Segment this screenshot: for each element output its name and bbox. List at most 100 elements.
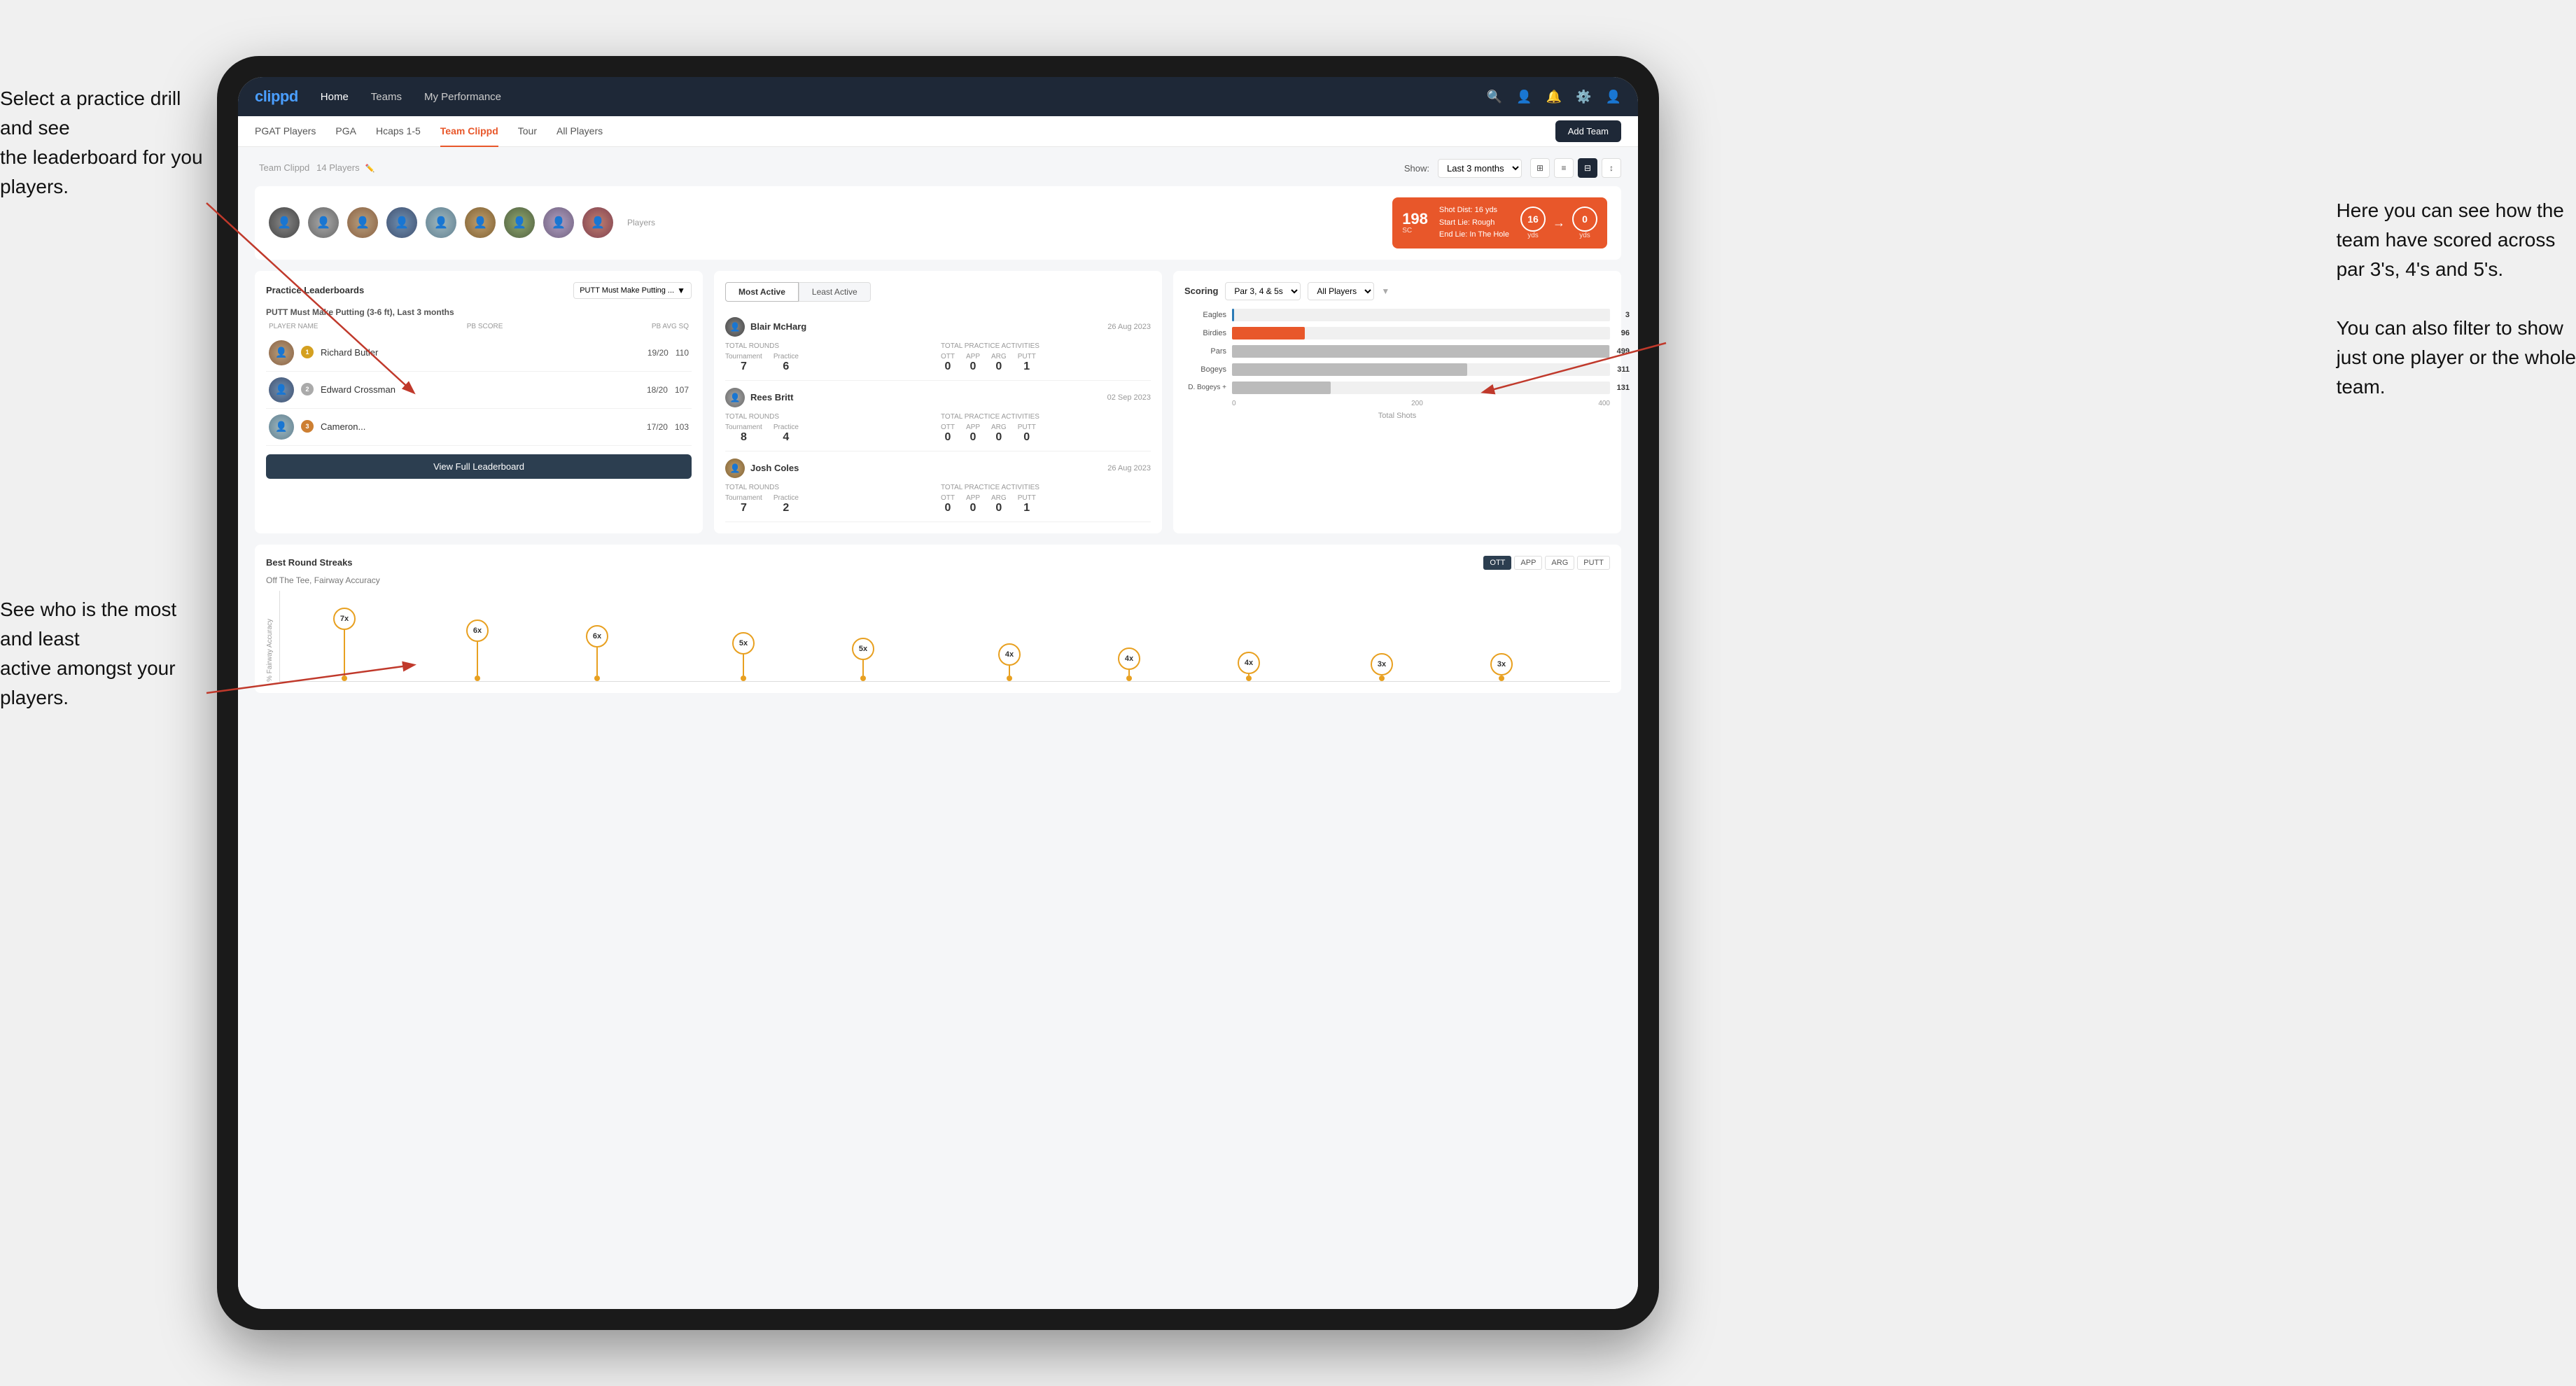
scoring-filter-par[interactable]: Par 3, 4 & 5s: [1225, 282, 1301, 300]
bar-fill-birdies: [1232, 327, 1305, 340]
subnav-tour[interactable]: Tour: [518, 116, 537, 147]
streak-bubble-0: 7x: [333, 608, 356, 630]
ap-name-2: 👤 Rees Britt: [725, 388, 793, 407]
tab-most-active[interactable]: Most Active: [725, 282, 799, 302]
lb-badge-1: 1: [301, 346, 314, 358]
settings-icon[interactable]: ⚙️: [1576, 90, 1591, 104]
streak-pin-3: 5x: [732, 632, 755, 681]
show-select[interactable]: Last 3 months: [1438, 159, 1522, 178]
edit-icon[interactable]: ✏️: [365, 164, 374, 173]
total-shots-label: Total Shots: [1184, 412, 1610, 420]
player-avatar-7[interactable]: 👤: [504, 207, 535, 238]
subnav-all-players[interactable]: All Players: [556, 116, 603, 147]
lb-player-row-2[interactable]: 👤 2 Edward Crossman 18/20 107: [266, 372, 692, 409]
lb-player-row-1[interactable]: 👤 1 Richard Butler 19/20 110: [266, 335, 692, 372]
search-icon[interactable]: 🔍: [1487, 90, 1502, 104]
bar-eagles: Eagles 3: [1184, 309, 1610, 321]
view-list-icon[interactable]: ≡: [1554, 158, 1574, 178]
add-team-button[interactable]: Add Team: [1555, 120, 1621, 142]
bell-icon[interactable]: 🔔: [1546, 90, 1562, 104]
subnav-pgat[interactable]: PGAT Players: [255, 116, 316, 147]
ap-stats-3: Total Rounds Tournament 7 Practice 2: [725, 484, 1151, 514]
streaks-btn-putt[interactable]: PUTT: [1577, 556, 1610, 570]
show-label: Show:: [1404, 163, 1429, 174]
shot-yds-right-label: yds: [1572, 232, 1597, 239]
player-avatar-4[interactable]: 👤: [386, 207, 417, 238]
shot-unit: SC: [1402, 227, 1428, 234]
lb-dropdown[interactable]: PUTT Must Make Putting ... ▼: [573, 282, 692, 299]
subnav-hcaps[interactable]: Hcaps 1-5: [376, 116, 421, 147]
shot-yds-left-label: yds: [1520, 232, 1546, 239]
lb-player-row-3[interactable]: 👤 3 Cameron... 17/20 103: [266, 409, 692, 446]
streak-pin-1: 6x: [466, 620, 489, 681]
nav-home[interactable]: Home: [321, 91, 349, 103]
player-avatar-6[interactable]: 👤: [465, 207, 496, 238]
content-grid: Practice Leaderboards PUTT Must Make Put…: [255, 271, 1621, 533]
nav-right-icons: 🔍 👤 🔔 ⚙️ 👤: [1487, 90, 1621, 104]
lb-columns: PLAYER NAME PB SCORE PB AVG SQ: [266, 323, 692, 330]
people-icon[interactable]: 👤: [1516, 90, 1532, 104]
nav-performance[interactable]: My Performance: [424, 91, 501, 103]
scoring-filter-players[interactable]: All Players: [1308, 282, 1374, 300]
streak-dot-7: [1246, 676, 1252, 681]
ap-tournament-val-3: 7: [725, 502, 762, 514]
streaks-btn-ott[interactable]: OTT: [1483, 556, 1511, 570]
lb-desc: PUTT Must Make Putting (3-6 ft), Last 3 …: [266, 307, 692, 317]
team-header: Team Clippd 14 Players ✏️ Show: Last 3 m…: [255, 158, 1621, 178]
view-grid-icon[interactable]: ⊞: [1530, 158, 1550, 178]
streak-pin-2: 6x: [586, 625, 608, 681]
streak-dot-4: [860, 676, 866, 681]
ap-header-2: 👤 Rees Britt 02 Sep 2023: [725, 388, 1151, 407]
players-row: 👤 👤 👤 👤 👤 👤 👤 👤 👤 Players 198 SC: [255, 186, 1621, 260]
streak-line-5: [1009, 666, 1010, 676]
view-full-leaderboard-button[interactable]: View Full Leaderboard: [266, 454, 692, 479]
lb-avg-2: 107: [675, 385, 689, 395]
show-filter: Show: Last 3 months ⊞ ≡ ⊟ ↕: [1404, 158, 1621, 178]
player-avatar-9[interactable]: 👤: [582, 207, 613, 238]
streaks-y-label: % Fairway Accuracy: [266, 591, 274, 682]
leaderboard-panel: Practice Leaderboards PUTT Must Make Put…: [255, 271, 703, 533]
ap-avatar-2: 👤: [725, 388, 745, 407]
subnav-pga[interactable]: PGA: [335, 116, 356, 147]
player-avatar-8[interactable]: 👤: [543, 207, 574, 238]
streak-pin-8: 3x: [1371, 653, 1393, 681]
team-title-area: Team Clippd 14 Players ✏️: [255, 162, 374, 174]
streak-dot-6: [1126, 676, 1132, 681]
bar-fill-eagles: [1232, 309, 1234, 321]
tablet-screen: clippd Home Teams My Performance 🔍 👤 🔔 ⚙…: [238, 77, 1638, 1309]
subnav-right: Add Team: [1555, 120, 1621, 142]
nav-teams[interactable]: Teams: [371, 91, 402, 103]
player-avatar-5[interactable]: 👤: [426, 207, 456, 238]
subnav-team-clippd[interactable]: Team Clippd: [440, 116, 498, 147]
bar-chart: Eagles 3 Birdies 96: [1184, 309, 1610, 394]
ap-date-2: 02 Sep 2023: [1107, 393, 1151, 402]
player-avatar-3[interactable]: 👤: [347, 207, 378, 238]
streaks-btn-app[interactable]: APP: [1514, 556, 1542, 570]
view-sort-icon[interactable]: ↕: [1602, 158, 1621, 178]
player-avatar-1[interactable]: 👤: [269, 207, 300, 238]
player-avatar-2[interactable]: 👤: [308, 207, 339, 238]
ap-date-1: 26 Aug 2023: [1107, 323, 1151, 331]
ap-ott-1: 0: [941, 360, 955, 373]
streak-line-4: [862, 660, 864, 676]
lb-badge-2: 2: [301, 383, 314, 396]
streak-bubble-9: 3x: [1490, 653, 1513, 676]
streak-pin-5: 4x: [998, 643, 1021, 681]
streaks-header: Best Round Streaks OTT APP ARG PUTT: [266, 556, 1610, 570]
lb-panel-header: Practice Leaderboards PUTT Must Make Put…: [266, 282, 692, 299]
streaks-buttons: OTT APP ARG PUTT: [1483, 556, 1610, 570]
streaks-title: Best Round Streaks: [266, 557, 353, 568]
chevron-down-icon: ▼: [677, 286, 685, 295]
view-detail-icon[interactable]: ⊟: [1578, 158, 1597, 178]
bar-bogeys: Bogeys 311: [1184, 363, 1610, 376]
tab-least-active[interactable]: Least Active: [799, 282, 871, 302]
ap-practice-val-3: 2: [774, 502, 799, 514]
streaks-btn-arg[interactable]: ARG: [1545, 556, 1574, 570]
streak-line-0: [344, 630, 345, 676]
scoring-chevron-icon: ▼: [1381, 286, 1390, 296]
shot-yds-right: 0: [1572, 206, 1597, 232]
ap-stats-1: Total Rounds Tournament 7 Practice 6: [725, 342, 1151, 373]
lb-badge-3: 3: [301, 420, 314, 433]
ap-tournament-val-1: 7: [725, 360, 762, 373]
user-avatar-icon[interactable]: 👤: [1606, 90, 1621, 104]
